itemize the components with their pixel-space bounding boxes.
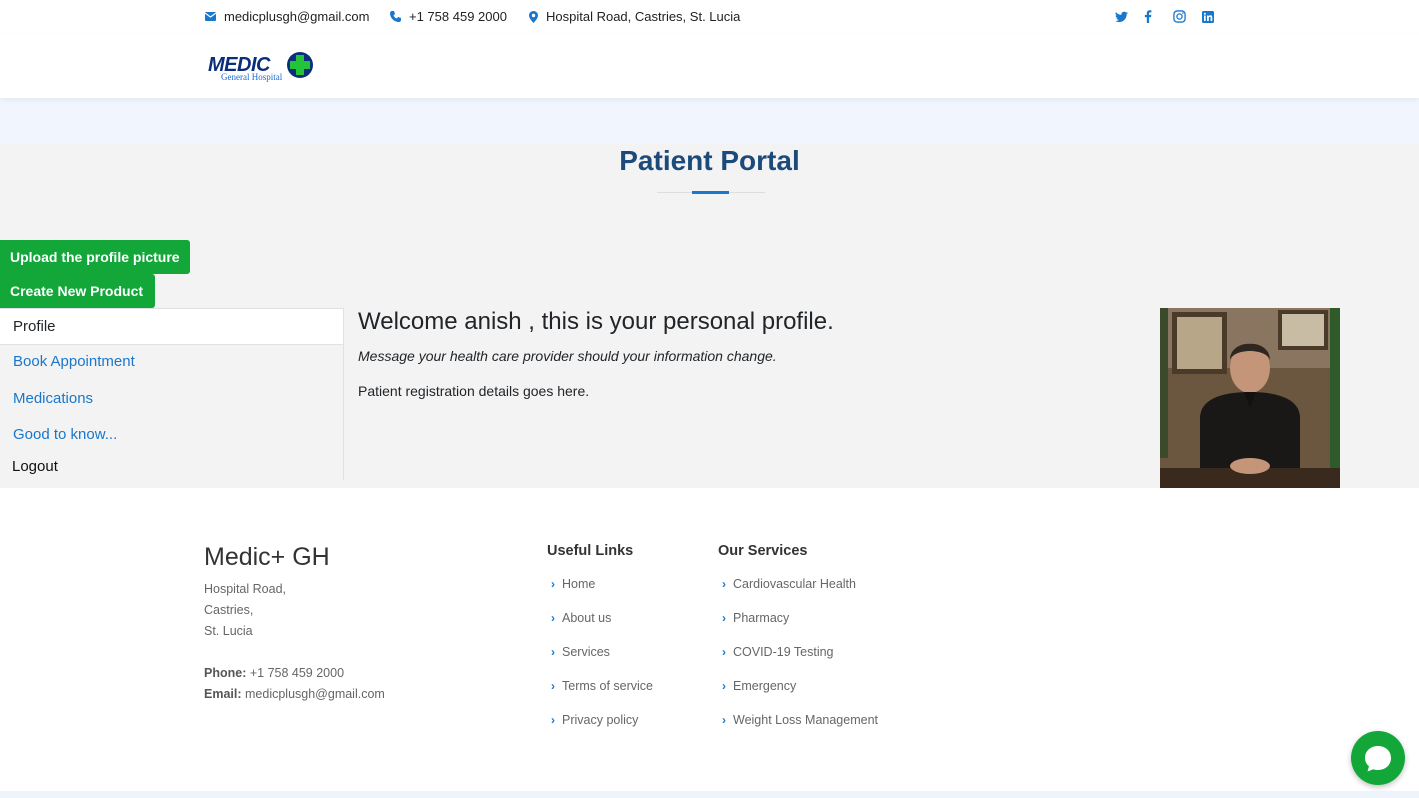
footer-service-label: COVID-19 Testing xyxy=(733,645,834,659)
phone-text: +1 758 459 2000 xyxy=(409,9,507,24)
footer-email-value: medicplusgh@gmail.com xyxy=(245,687,385,701)
chevron-right-icon: › xyxy=(551,577,555,591)
chevron-right-icon: › xyxy=(551,679,555,693)
top-bar: medicplusgh@gmail.com +1 758 459 2000 Ho… xyxy=(0,0,1419,34)
footer-address-line: Hospital Road, xyxy=(204,582,286,596)
profile-message: Message your health care provider should… xyxy=(358,348,777,364)
footer-link-home[interactable]: › Home xyxy=(551,577,595,591)
sidebar-item-profile[interactable]: Profile xyxy=(0,308,344,345)
logo-subtitle: General Hospital xyxy=(221,72,283,82)
breadcrumb-strip xyxy=(0,98,1419,144)
footer-phone: Phone: +1 758 459 2000 xyxy=(204,666,344,680)
sidebar-item-book-appointment[interactable]: Book Appointment xyxy=(0,353,344,370)
footer-link-privacy[interactable]: › Privacy policy xyxy=(551,713,638,727)
footer-service-emergency[interactable]: › Emergency xyxy=(722,679,796,693)
address-text: Hospital Road, Castries, St. Lucia xyxy=(546,9,741,24)
medical-cross-icon xyxy=(287,52,313,78)
footer-link-terms[interactable]: › Terms of service xyxy=(551,679,653,693)
chevron-right-icon: › xyxy=(722,645,726,659)
registration-details: Patient registration details goes here. xyxy=(358,383,590,399)
site-footer: Medic+ GH Hospital Road, Castries, St. L… xyxy=(0,488,1419,798)
footer-address-line: Castries, xyxy=(204,603,254,617)
footer-service-label: Cardiovascular Health xyxy=(733,577,856,591)
chevron-right-icon: › xyxy=(722,577,726,591)
footer-service-cardiovascular[interactable]: › Cardiovascular Health xyxy=(722,577,856,591)
footer-service-label: Weight Loss Management xyxy=(733,713,878,727)
sidebar-item-logout[interactable]: Logout xyxy=(0,458,344,475)
email-text: medicplusgh@gmail.com xyxy=(224,9,370,24)
useful-links-heading: Useful Links xyxy=(547,543,634,559)
footer-phone-value: +1 758 459 2000 xyxy=(249,666,345,680)
footer-link-label: About us xyxy=(562,611,612,625)
chevron-right-icon: › xyxy=(551,713,555,727)
create-new-product-button[interactable]: Create New Product xyxy=(0,274,155,308)
footer-bottom-bar xyxy=(0,791,1419,798)
chevron-right-icon: › xyxy=(551,645,555,659)
profile-sidebar: Profile Book Appointment Medications Goo… xyxy=(0,308,344,480)
footer-link-services[interactable]: › Services xyxy=(551,645,610,659)
sidebar-item-medications[interactable]: Medications xyxy=(0,390,344,407)
site-header: MEDIC General Hospital xyxy=(0,34,1419,98)
phone-icon xyxy=(390,11,401,22)
footer-link-label: Terms of service xyxy=(562,679,653,693)
footer-service-covid[interactable]: › COVID-19 Testing xyxy=(722,645,834,659)
footer-link-about[interactable]: › About us xyxy=(551,611,611,625)
footer-brand: Medic+ GH xyxy=(204,543,330,571)
chevron-right-icon: › xyxy=(722,679,726,693)
footer-service-label: Pharmacy xyxy=(733,611,790,625)
footer-service-weight-loss[interactable]: › Weight Loss Management xyxy=(722,713,878,727)
linkedin-icon[interactable] xyxy=(1202,10,1218,24)
footer-email: Email: medicplusgh@gmail.com xyxy=(204,687,385,701)
facebook-icon[interactable] xyxy=(1144,10,1160,24)
footer-email-label: Email: xyxy=(204,687,242,701)
contact-phone[interactable]: +1 758 459 2000 xyxy=(390,9,507,24)
patient-portal-section: Patient Portal Upload the profile pictur… xyxy=(0,144,1419,488)
envelope-icon xyxy=(205,12,216,21)
sidebar-item-good-to-know[interactable]: Good to know... xyxy=(0,426,344,443)
chevron-right-icon: › xyxy=(722,611,726,625)
profile-picture xyxy=(1160,308,1340,488)
welcome-heading: Welcome anish , this is your personal pr… xyxy=(358,308,834,335)
chat-widget-button[interactable] xyxy=(1351,731,1405,785)
footer-address-line: St. Lucia xyxy=(204,624,253,638)
contact-address: Hospital Road, Castries, St. Lucia xyxy=(529,9,740,24)
our-services-heading: Our Services xyxy=(718,543,808,559)
footer-link-label: Home xyxy=(562,577,596,591)
footer-link-label: Services xyxy=(562,645,610,659)
twitter-icon[interactable] xyxy=(1115,10,1131,24)
chat-bubble-icon xyxy=(1365,746,1391,772)
upload-profile-picture-button[interactable]: Upload the profile picture xyxy=(0,240,190,274)
chevron-right-icon: › xyxy=(722,713,726,727)
social-links xyxy=(1115,10,1231,24)
footer-link-label: Privacy policy xyxy=(562,713,639,727)
page-title: Patient Portal xyxy=(619,145,800,176)
footer-service-label: Emergency xyxy=(733,679,797,693)
instagram-icon[interactable] xyxy=(1173,10,1189,24)
contact-email[interactable]: medicplusgh@gmail.com xyxy=(205,9,369,24)
footer-phone-label: Phone: xyxy=(204,666,247,680)
chevron-right-icon: › xyxy=(551,611,555,625)
title-divider-accent xyxy=(692,191,729,194)
footer-service-pharmacy[interactable]: › Pharmacy xyxy=(722,611,789,625)
site-logo[interactable]: MEDIC General Hospital xyxy=(206,51,314,83)
map-pin-icon xyxy=(529,10,538,23)
